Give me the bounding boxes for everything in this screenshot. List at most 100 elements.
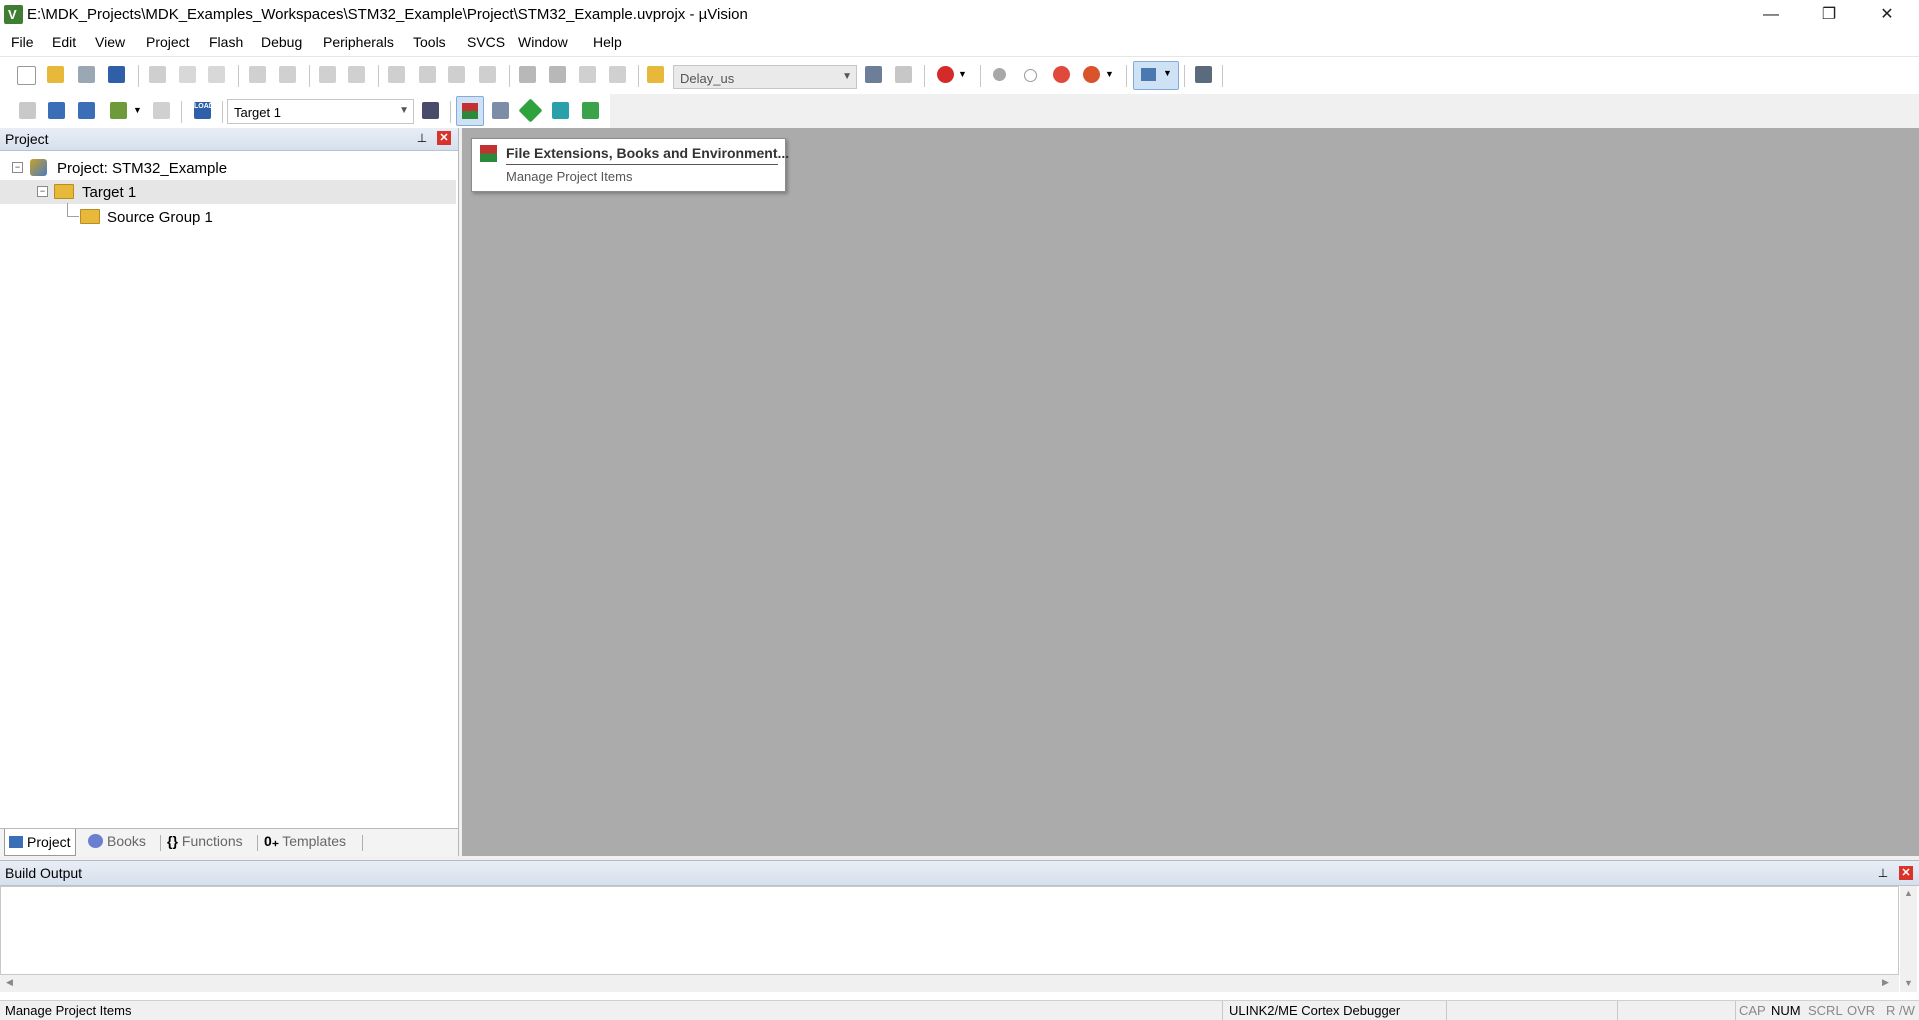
menu-help[interactable]: Help [593, 34, 622, 50]
scroll-up-icon[interactable]: ▲ [1904, 888, 1913, 898]
indent-icon[interactable] [519, 66, 536, 83]
insert-breakpoint-icon[interactable] [993, 68, 1006, 81]
horizontal-scrollbar[interactable]: ◀ ▶ [0, 975, 1899, 992]
menu-svcs[interactable]: SVCS [467, 34, 505, 50]
tree-item-source-group[interactable]: Source Group 1 [0, 203, 456, 229]
collapse-icon[interactable]: − [37, 186, 48, 197]
paste-icon[interactable] [208, 66, 225, 83]
tree-project-label: Project: STM32_Example [57, 160, 228, 177]
close-panel-icon[interactable]: ✕ [437, 131, 451, 145]
scroll-right-icon[interactable]: ▶ [1882, 977, 1889, 988]
manage-project-items-button[interactable] [456, 96, 484, 126]
configure-wrench-icon[interactable] [1195, 66, 1212, 83]
tab-books[interactable]: Books [88, 833, 146, 849]
comment-icon[interactable] [579, 66, 596, 83]
disable-breakpoints-icon[interactable] [1053, 66, 1070, 83]
find-combo[interactable]: Delay_us ▼ [673, 65, 857, 89]
find-in-files-icon[interactable] [647, 66, 664, 83]
navigate-back-icon[interactable] [319, 66, 336, 83]
navigate-forward-icon[interactable] [348, 66, 365, 83]
tab-templates[interactable]: 0₊ Templates [264, 833, 346, 850]
component-viewer-icon[interactable] [582, 102, 599, 119]
translate-icon[interactable] [19, 102, 36, 119]
menu-window[interactable]: Window [518, 34, 568, 50]
menu-flash[interactable]: Flash [209, 34, 243, 50]
cut-icon[interactable] [149, 66, 166, 83]
target-combo[interactable]: Target 1 ▼ [227, 99, 414, 124]
find-combo-value: Delay_us [680, 71, 735, 86]
scroll-down-icon[interactable]: ▼ [1904, 978, 1913, 988]
download-icon[interactable]: LOAD [194, 102, 214, 119]
manage-run-time-environment-icon[interactable] [518, 98, 543, 123]
editor-area[interactable] [462, 128, 1919, 856]
uvision-app-icon [4, 5, 23, 24]
open-folder-icon[interactable] [47, 66, 64, 83]
save-all-icon[interactable] [108, 66, 125, 83]
tree-line [67, 216, 79, 217]
build-icon[interactable] [48, 102, 65, 119]
close-window-button[interactable]: ✕ [1858, 0, 1916, 30]
tab-project[interactable]: Project [4, 829, 76, 856]
debug-session-icon[interactable] [937, 66, 954, 83]
uncomment-icon[interactable] [609, 66, 626, 83]
tab-functions[interactable]: {} Functions [167, 833, 243, 849]
new-file-icon[interactable] [17, 66, 36, 85]
find-icon[interactable] [865, 66, 882, 83]
status-message: Manage Project Items [5, 1003, 132, 1018]
menu-tools[interactable]: Tools [413, 34, 446, 50]
menu-project[interactable]: Project [146, 34, 190, 50]
chevron-down-icon[interactable]: ▼ [133, 102, 143, 119]
tab-books-label: Books [107, 833, 146, 849]
build-output-text[interactable] [0, 886, 1899, 975]
build-toolbar: ▼ LOAD Target 1 ▼ [0, 93, 610, 128]
project-panel-header: Project ⊥ ✕ [0, 128, 458, 151]
batch-build-icon[interactable] [110, 102, 127, 119]
collapse-icon[interactable]: − [12, 162, 23, 173]
menu-file[interactable]: File [11, 34, 34, 50]
save-icon[interactable] [78, 66, 95, 83]
options-for-target-icon[interactable] [422, 102, 439, 119]
menu-item-file-extensions[interactable]: File Extensions, Books and Environment..… [506, 145, 789, 161]
kill-breakpoints-icon[interactable] [1083, 66, 1100, 83]
tree-item-target[interactable]: − Target 1 [0, 180, 456, 204]
unindent-icon[interactable] [549, 66, 566, 83]
incremental-find-icon[interactable] [895, 66, 912, 83]
stop-build-icon[interactable] [153, 102, 170, 119]
tree-item-project[interactable]: − Project: STM32_Example [0, 156, 456, 180]
window-layout-button[interactable]: ▼ [1133, 61, 1179, 90]
status-rw: R /W [1886, 1003, 1915, 1018]
pin-icon[interactable]: ⊥ [1876, 866, 1890, 880]
next-bookmark-icon[interactable] [448, 66, 465, 83]
prev-bookmark-icon[interactable] [419, 66, 436, 83]
enable-breakpoint-icon[interactable] [1024, 69, 1037, 82]
menu-view[interactable]: View [95, 34, 125, 50]
select-software-packs-icon[interactable] [492, 102, 509, 119]
rebuild-icon[interactable] [78, 102, 95, 119]
undo-icon[interactable] [249, 66, 266, 83]
minimize-button[interactable]: — [1742, 0, 1800, 30]
chevron-down-icon[interactable]: ▼ [1105, 66, 1115, 83]
manage-project-items-icon [480, 145, 497, 162]
clear-bookmarks-icon[interactable] [479, 66, 496, 83]
restore-button[interactable]: ❐ [1800, 0, 1858, 30]
vertical-scrollbar[interactable]: ▲ ▼ [1900, 886, 1917, 992]
chevron-down-icon: ▼ [399, 105, 409, 116]
tree-source-group-label: Source Group 1 [107, 209, 213, 226]
close-panel-icon[interactable]: ✕ [1899, 866, 1913, 880]
build-output-header: Build Output ⊥ ✕ [0, 861, 1919, 886]
scroll-left-icon[interactable]: ◀ [6, 977, 13, 988]
copy-icon[interactable] [179, 66, 196, 83]
redo-icon[interactable] [279, 66, 296, 83]
chevron-down-icon[interactable]: ▼ [958, 66, 968, 83]
chevron-down-icon: ▼ [1163, 68, 1172, 78]
menu-edit[interactable]: Edit [52, 34, 76, 50]
pin-icon[interactable]: ⊥ [415, 131, 429, 145]
menu-peripherals[interactable]: Peripherals [323, 34, 394, 50]
project-icon [30, 159, 47, 176]
menu-debug[interactable]: Debug [261, 34, 302, 50]
menu-separator [506, 164, 778, 165]
title-bar: E:\MDK_Projects\MDK_Examples_Workspaces\… [0, 0, 1919, 30]
bookmark-icon[interactable] [388, 66, 405, 83]
menu-item-manage-project-items[interactable]: Manage Project Items [506, 169, 632, 184]
pack-installer-icon[interactable] [552, 102, 569, 119]
